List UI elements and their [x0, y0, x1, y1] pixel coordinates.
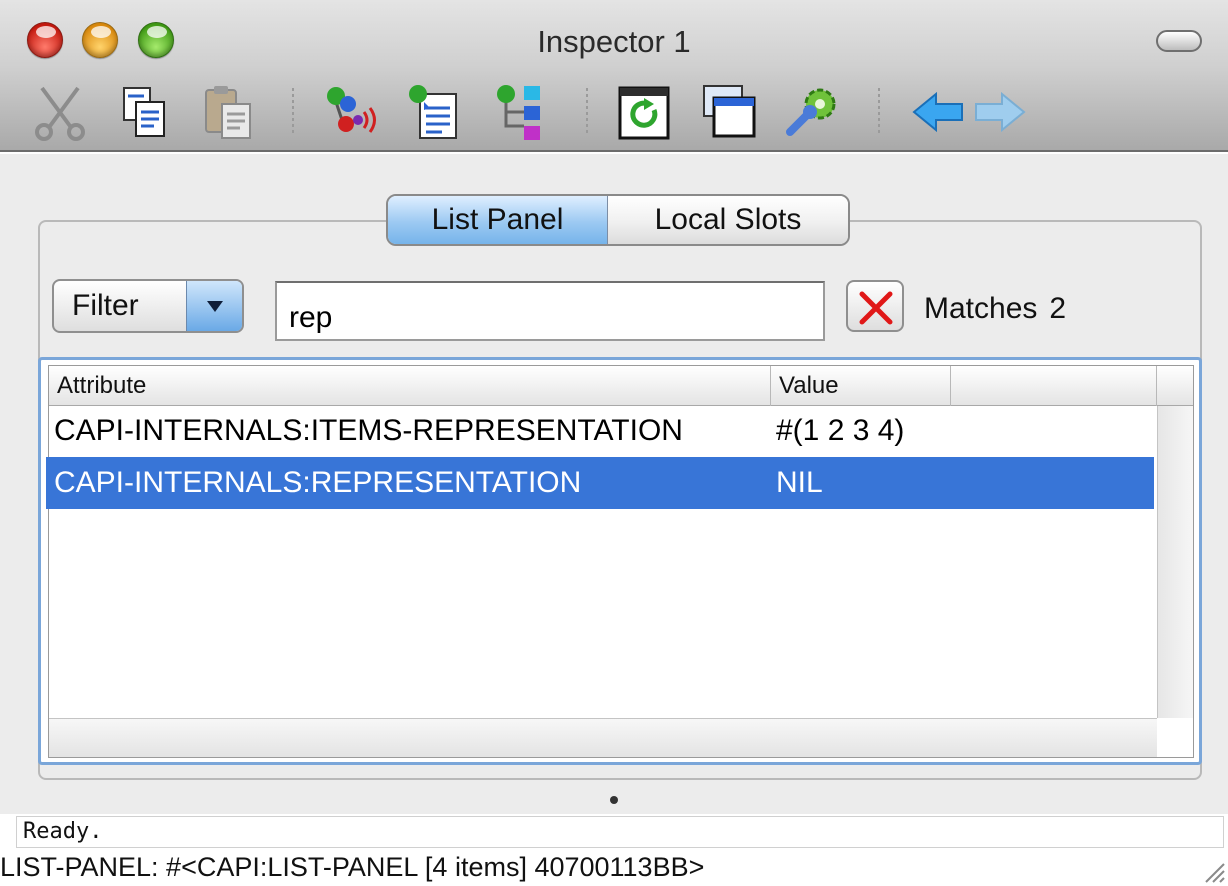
- inspect-object-icon: [327, 87, 376, 133]
- refresh-button[interactable]: [612, 80, 676, 144]
- cell-value: NIL: [776, 466, 823, 499]
- chevron-down-icon: [186, 281, 242, 331]
- inspect-object-button[interactable]: [318, 80, 382, 144]
- vertical-scrollbar[interactable]: [1157, 406, 1193, 718]
- matches-label: Matches: [924, 292, 1038, 325]
- tab-list-panel[interactable]: List Panel: [388, 196, 608, 244]
- forward-button[interactable]: [968, 80, 1032, 144]
- inspect-list-button[interactable]: [402, 80, 466, 144]
- column-header-extra[interactable]: [951, 366, 1157, 406]
- window-icon: [703, 85, 756, 138]
- filter-input[interactable]: [275, 281, 825, 341]
- table-row-selected[interactable]: CAPI-INTERNALS:REPRESENTATION NIL: [46, 457, 1154, 509]
- refresh-icon: [618, 86, 670, 140]
- splitter-handle[interactable]: [610, 796, 618, 804]
- cell-attribute: CAPI-INTERNALS:ITEMS-REPRESENTATION: [54, 414, 683, 447]
- title-bar: Inspector 1: [0, 0, 1228, 152]
- copy-icon: [123, 87, 165, 137]
- preferences-button[interactable]: [780, 80, 844, 144]
- match-count: Matches 2: [924, 292, 1066, 326]
- back-button[interactable]: [906, 80, 970, 144]
- tab-local-slots[interactable]: Local Slots: [608, 196, 848, 244]
- arrow-right-icon: [975, 91, 1026, 133]
- column-header-value[interactable]: Value: [771, 366, 951, 406]
- tab-bar: List Panel Local Slots: [386, 194, 850, 246]
- inspect-tree-icon: [497, 85, 540, 140]
- close-icon: [859, 291, 893, 325]
- window-title: Inspector 1: [537, 24, 691, 59]
- status-message: Ready.: [16, 816, 1224, 848]
- column-header-attribute[interactable]: Attribute: [49, 366, 771, 406]
- paste-icon: [205, 86, 251, 139]
- new-window-button[interactable]: [696, 80, 760, 144]
- inspect-list-icon: [409, 85, 457, 139]
- arrow-left-icon: [912, 91, 963, 133]
- filter-mode-label: Filter: [72, 289, 139, 322]
- wrench-gear-icon: [786, 88, 836, 136]
- toolbar: [0, 80, 1228, 144]
- toolbar-separator: [878, 88, 880, 136]
- cell-attribute: CAPI-INTERNALS:REPRESENTATION: [54, 466, 582, 499]
- matches-value: 2: [1049, 292, 1067, 325]
- toolbar-separator: [586, 88, 588, 136]
- table-row[interactable]: CAPI-INTERNALS:ITEMS-REPRESENTATION #(1 …: [46, 405, 1154, 457]
- inspect-tree-button[interactable]: [488, 80, 552, 144]
- toolbar-separator: [292, 88, 294, 136]
- paste-button[interactable]: [196, 80, 260, 144]
- table-header: Attribute Value: [49, 366, 1193, 406]
- cut-button[interactable]: [28, 80, 92, 144]
- clear-filter-button[interactable]: [846, 280, 904, 332]
- copy-button[interactable]: [112, 80, 176, 144]
- filter-mode-select[interactable]: Filter: [52, 279, 244, 333]
- horizontal-scrollbar[interactable]: [49, 718, 1157, 757]
- resize-grip-icon[interactable]: [1200, 858, 1226, 884]
- scissors-icon: [35, 86, 85, 141]
- toolbar-toggle-button[interactable]: [1156, 30, 1202, 52]
- status-description: LIST-PANEL: #<CAPI:LIST-PANEL [4 items] …: [0, 852, 705, 882]
- cell-value: #(1 2 3 4): [776, 414, 905, 447]
